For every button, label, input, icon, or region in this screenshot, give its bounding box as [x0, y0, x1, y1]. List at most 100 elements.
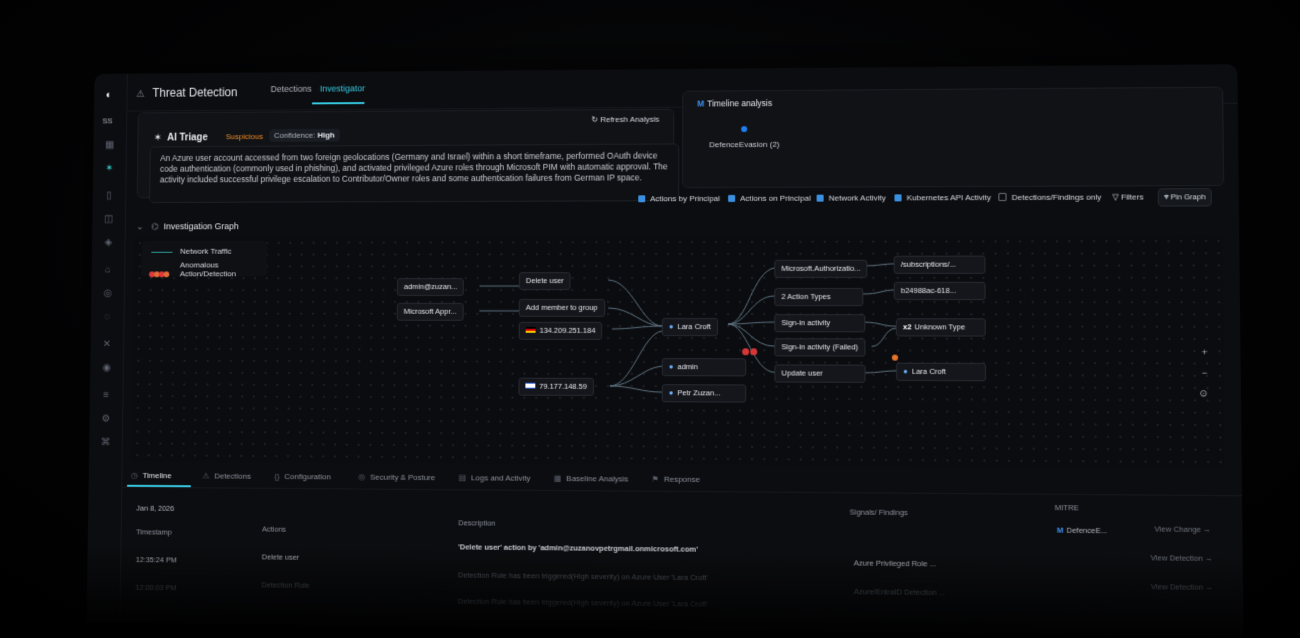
- pin-graph-button[interactable]: ⌖ Pin Graph: [1158, 188, 1212, 206]
- checkbox-kubernetes-api[interactable]: Kubernetes API Activity: [894, 193, 990, 202]
- checkbox-label: Network Activity: [829, 193, 886, 202]
- graph-node-user[interactable]: ●Petr Zuzan...: [662, 384, 746, 402]
- filters-label: Filters: [1121, 192, 1144, 201]
- checkbox-checked[interactable]: [817, 195, 824, 202]
- user-name: admin: [677, 362, 697, 371]
- graph-node[interactable]: Delete user: [519, 272, 571, 290]
- tab-detections[interactable]: Detections: [271, 84, 312, 94]
- checkbox-checked[interactable]: [728, 195, 735, 202]
- chevron-down-icon[interactable]: ⌄: [136, 222, 143, 232]
- activity-icon[interactable]: ◈: [101, 237, 116, 251]
- checkbox-checked[interactable]: [638, 195, 645, 202]
- tab-response[interactable]: ⚑Response: [652, 475, 700, 484]
- dashboard-icon[interactable]: ▦: [102, 140, 117, 154]
- legend-network-traffic: Network Traffic: [180, 247, 231, 256]
- tab-detections[interactable]: ⚠Detections: [202, 471, 251, 480]
- graph-node-ip-il[interactable]: 79.177.148.59: [518, 378, 593, 396]
- tools-icon[interactable]: ✕: [99, 339, 115, 353]
- target-icon[interactable]: ◉: [99, 363, 115, 377]
- shield-icon[interactable]: ◎: [100, 288, 116, 302]
- checkbox-actions-by-principal[interactable]: Actions by Principal: [638, 194, 720, 203]
- row-signal[interactable]: Azure/EntraID Detection ...: [854, 587, 945, 597]
- graph-node[interactable]: Microsoft.Authorizatio...: [774, 260, 867, 278]
- checkbox-label: Detections/Findings only: [1012, 193, 1102, 202]
- settings-icon[interactable]: ⚙: [98, 414, 114, 428]
- mitre-tag-label: DefenceE...: [1066, 526, 1107, 536]
- ai-triage-card: ✶ AI Triage Suspicious Confidence: High …: [137, 109, 675, 198]
- row-signal[interactable]: Azure Privileged Role ...: [854, 558, 936, 568]
- graph-node[interactable]: Sign-in activity (Failed): [774, 338, 865, 356]
- page-title: Threat Detection: [152, 85, 237, 99]
- graph-node-ip-de[interactable]: 134.209.251.184: [519, 322, 603, 340]
- sliders-icon[interactable]: ≡: [98, 390, 114, 404]
- tab-security-posture[interactable]: ◎Security & Posture: [358, 473, 435, 483]
- book-icon[interactable]: ▯: [101, 190, 116, 204]
- checkbox-unchecked[interactable]: [998, 193, 1006, 201]
- graph-node[interactable]: /subscriptions/...: [894, 256, 986, 274]
- graph-edges: [131, 235, 1225, 468]
- view-change-link[interactable]: View Change →: [1154, 524, 1211, 534]
- app-window: ◖ SS ▦ ✶ ▯ ◫ ◈ ⌂ ◎ ◌ ✕ ◉ ≡ ⚙ ⌘ ⚠ Threat …: [87, 64, 1244, 638]
- view-detection-link[interactable]: View Detection →: [1151, 553, 1213, 563]
- user-name: Petr Zuzan...: [677, 388, 720, 397]
- graph-node[interactable]: Sign-in activity: [774, 314, 865, 332]
- user-name: Lara Croft: [677, 322, 710, 331]
- zoom-in-button[interactable]: +: [1202, 347, 1208, 357]
- investigation-graph-header[interactable]: ⌄⌬Investigation Graph: [136, 221, 238, 232]
- tab-label: Configuration: [284, 472, 331, 481]
- users-icon[interactable]: ⌘: [98, 437, 114, 451]
- legend-anomalous-action: Anomalous Action/Detection: [180, 261, 267, 279]
- edge: [610, 386, 662, 392]
- investigation-graph-canvas[interactable]: Network Traffic Anomalous Action/Detecti…: [131, 235, 1225, 468]
- tab-investigator[interactable]: Investigator: [320, 83, 365, 93]
- checkbox-network-activity[interactable]: Network Activity: [817, 193, 886, 202]
- column-header-actions: Actions: [262, 525, 286, 534]
- warning-badge[interactable]: [892, 355, 898, 361]
- refresh-analysis-button[interactable]: ↻ Refresh Analysis: [591, 115, 659, 124]
- graph-node[interactable]: Microsoft Appr...: [397, 303, 464, 321]
- graph-node[interactable]: Update user: [774, 364, 865, 382]
- user-icon: ●: [669, 362, 674, 371]
- filters-button[interactable]: ▽ Filters: [1112, 192, 1143, 201]
- tab-logs-activity[interactable]: ▤Logs and Activity: [459, 473, 531, 483]
- view-detection-link[interactable]: View Detection →: [1151, 582, 1213, 592]
- database-icon[interactable]: ◫: [101, 214, 116, 228]
- tab-label: Response: [664, 475, 700, 484]
- graph-node-unknown[interactable]: x2Unknown Type: [896, 318, 986, 336]
- mitre-tag[interactable]: MDefenceE...: [1057, 526, 1107, 536]
- code-icon: {}: [274, 472, 279, 481]
- user-initials[interactable]: SS: [102, 117, 112, 126]
- graph-node-user[interactable]: ●Lara Croft: [662, 318, 718, 336]
- checkbox-label: Kubernetes API Activity: [907, 193, 991, 202]
- timeline-event-dot[interactable]: [741, 126, 747, 132]
- tab-timeline[interactable]: ◷Timeline: [131, 471, 172, 480]
- refresh-analysis-label: Refresh Analysis: [600, 115, 659, 124]
- tab-baseline-analysis[interactable]: ▦Baseline Analysis: [554, 474, 629, 484]
- graph-node[interactable]: admin@zuzan...: [397, 278, 464, 296]
- graph-node[interactable]: b24988ac-618...: [894, 282, 986, 300]
- clock-icon: ◷: [131, 471, 138, 480]
- node-label: Unknown Type: [915, 322, 966, 331]
- app-logo-icon[interactable]: ◖: [105, 89, 117, 101]
- alarm-icon[interactable]: ⌂: [100, 265, 115, 279]
- tab-configuration[interactable]: {} Configuration: [274, 472, 331, 481]
- alert-badges[interactable]: [742, 348, 758, 357]
- checkbox-checked[interactable]: [894, 194, 901, 201]
- graph-node-user[interactable]: ●admin: [662, 358, 746, 376]
- checkbox-detections-only[interactable]: Detections/Findings only: [998, 193, 1101, 202]
- edge: [865, 322, 896, 326]
- column-header-timestamp: Timestamp: [136, 527, 172, 536]
- fingerprint-icon[interactable]: ◌: [100, 312, 116, 326]
- graph-node[interactable]: 2 Action Types: [774, 288, 863, 306]
- edge: [728, 324, 774, 346]
- israel-flag-icon: [525, 383, 535, 389]
- zoom-out-button[interactable]: −: [1202, 368, 1208, 378]
- anomalous-dots: [149, 265, 174, 271]
- tab-label: Security & Posture: [370, 473, 435, 482]
- ai-sparkle-icon[interactable]: ✶: [102, 163, 117, 177]
- active-tab-indicator: [127, 485, 191, 487]
- checkbox-actions-on-principal[interactable]: Actions on Principal: [728, 194, 811, 203]
- graph-node-user[interactable]: ●Lara Croft: [896, 363, 986, 382]
- graph-node[interactable]: Add member to group: [519, 299, 605, 317]
- fit-view-button[interactable]: ⊙: [1200, 388, 1208, 399]
